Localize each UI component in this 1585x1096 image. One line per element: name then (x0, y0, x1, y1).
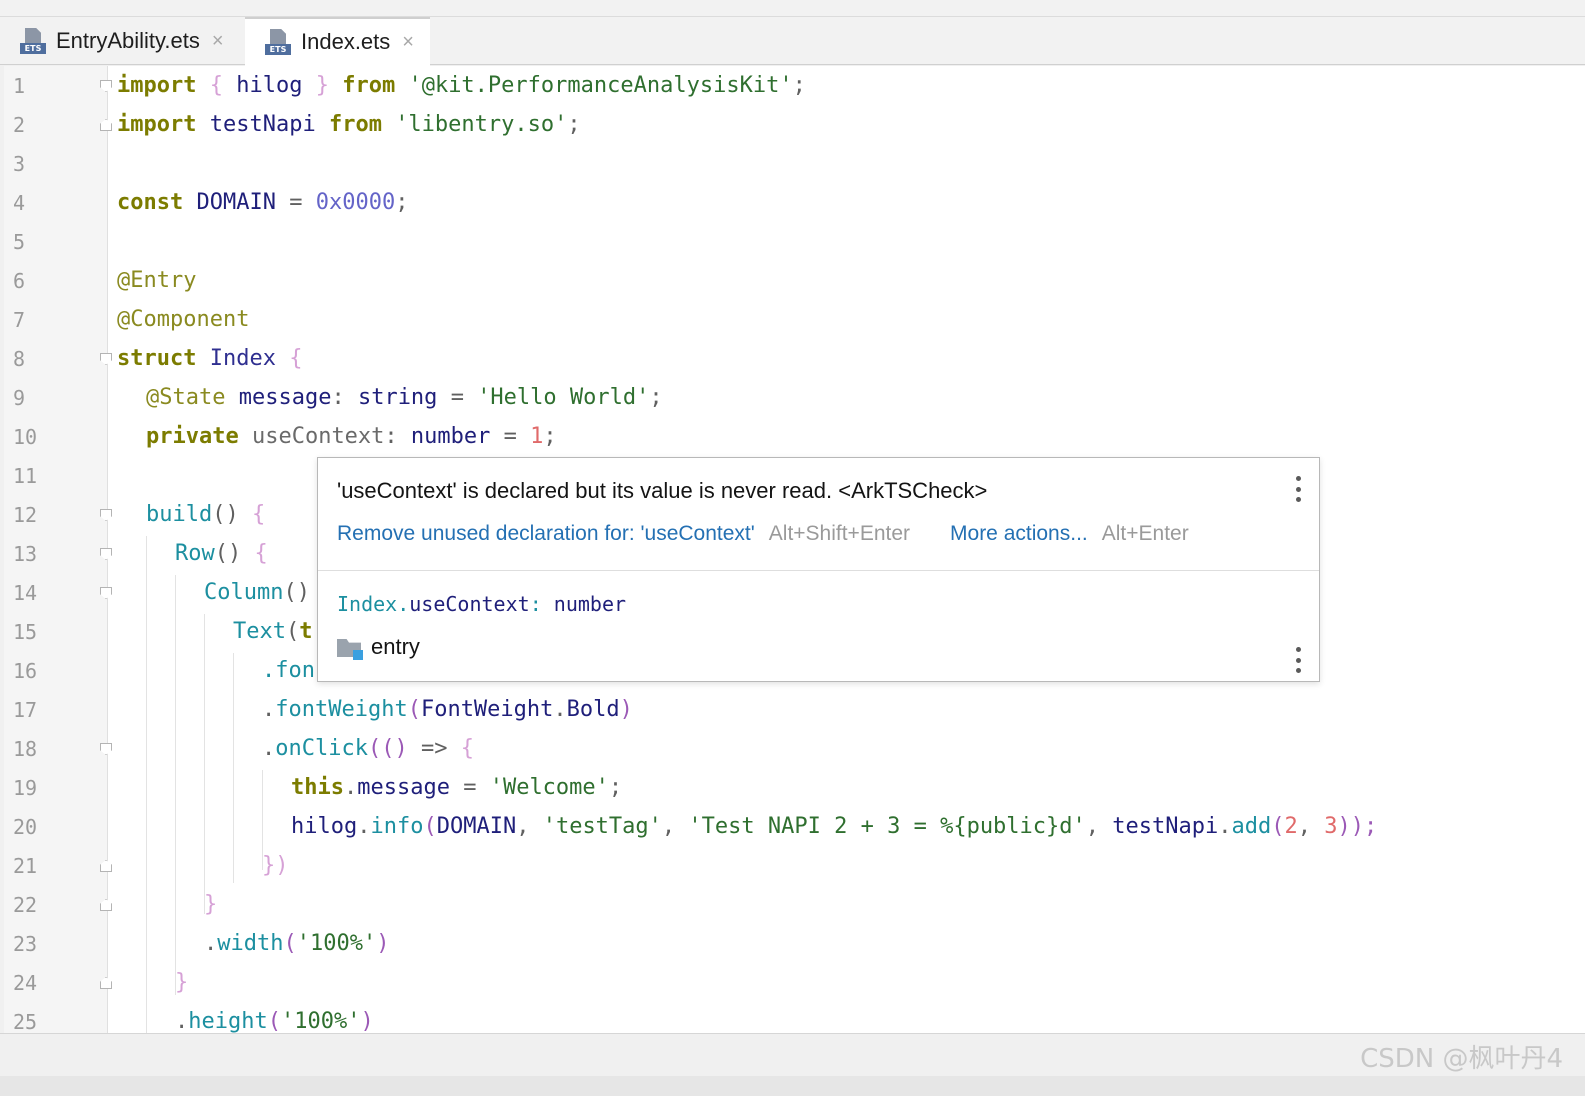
watermark: CSDN @枫叶丹4 (1360, 1044, 1563, 1074)
line-number: 5 (13, 230, 26, 254)
fold-close-icon[interactable] (100, 977, 112, 989)
code-line-20: hilog.info(DOMAIN, 'testTag', 'Test NAPI… (291, 814, 1378, 839)
editor-tab-bar: ETS EntryAbility.ets × ETS Index.ets × (0, 17, 1585, 66)
line-number: 10 (13, 425, 38, 449)
shortcut-hint: Alt+Enter (1101, 522, 1189, 545)
line-number: 4 (13, 191, 26, 215)
tab-label: EntryAbility.ets (56, 28, 200, 53)
popup-divider (318, 570, 1319, 571)
tab-entryability-ets[interactable]: ETS EntryAbility.ets × (0, 17, 243, 65)
window-top-strip (0, 0, 1585, 17)
line-number: 13 (13, 542, 38, 566)
code-line-16: .fon (262, 658, 315, 683)
line-number: 7 (13, 308, 26, 332)
fold-close-icon[interactable] (100, 899, 112, 911)
fold-close-icon[interactable] (100, 119, 112, 131)
more-options-icon[interactable] (1295, 476, 1301, 502)
code-line-10: private useContext: number = 1; (146, 424, 557, 449)
line-number: 21 (13, 854, 38, 878)
line-number: 11 (13, 464, 38, 488)
code-line-7: @Component (117, 307, 250, 332)
line-number: 3 (13, 152, 26, 176)
code-line-8: struct Index { (117, 346, 303, 371)
line-number-gutter: 1 2 3 4 5 6 7 8 9 10 11 12 13 14 15 16 1… (4, 66, 112, 1033)
shortcut-hint: Alt+Shift+Enter (768, 522, 911, 545)
code-line-17: .fontWeight(FontWeight.Bold) (262, 697, 633, 722)
close-icon[interactable]: × (212, 30, 224, 53)
status-bar-strip (0, 1076, 1585, 1096)
line-number: 8 (13, 347, 26, 371)
module-label: entry (337, 634, 420, 660)
tab-label: Index.ets (301, 29, 391, 54)
line-number: 22 (13, 893, 38, 917)
code-line-18: .onClick(() => { (262, 736, 474, 761)
line-number: 19 (13, 776, 38, 800)
line-number: 23 (13, 932, 38, 956)
line-number: 6 (13, 269, 26, 293)
code-line-14: Column() (204, 580, 310, 605)
fold-open-icon[interactable] (100, 353, 112, 365)
ets-file-icon: ETS (20, 28, 46, 54)
code-line-22: } (204, 892, 218, 917)
code-line-25: .height('100%') (175, 1009, 374, 1033)
code-line-12: build() { (146, 502, 266, 527)
code-line-4: const DOMAIN = 0x0000; (117, 190, 409, 215)
fold-open-icon[interactable] (100, 548, 112, 560)
more-actions-link[interactable]: More actions... (950, 522, 1088, 545)
close-icon[interactable]: × (402, 31, 414, 54)
ets-file-icon: ETS (265, 29, 291, 55)
line-number: 17 (13, 698, 38, 722)
line-number: 2 (13, 113, 26, 137)
line-number: 14 (13, 581, 38, 605)
fold-close-icon[interactable] (100, 860, 112, 872)
fold-open-icon[interactable] (100, 587, 112, 599)
declaration-signature: Index.useContext: number (337, 592, 627, 616)
module-name: entry (371, 634, 420, 659)
fold-open-icon[interactable] (100, 743, 112, 755)
more-options-icon[interactable] (1295, 647, 1301, 673)
inspection-popup: 'useContext' is declared but its value i… (317, 457, 1320, 682)
fold-open-icon[interactable] (100, 80, 112, 92)
line-number: 12 (13, 503, 38, 527)
code-line-19: this.message = 'Welcome'; (291, 775, 623, 800)
line-number: 18 (13, 737, 38, 761)
line-number: 9 (13, 386, 26, 410)
line-number: 15 (13, 620, 38, 644)
line-number: 16 (13, 659, 38, 683)
line-number: 20 (13, 815, 38, 839)
inspection-message: 'useContext' is declared but its value i… (337, 478, 988, 503)
code-line-9: @State message: string = 'Hello World'; (146, 385, 663, 410)
fold-open-icon[interactable] (100, 509, 112, 521)
line-number: 24 (13, 971, 38, 995)
code-line-2: import testNapi from 'libentry.so'; (117, 112, 581, 137)
quick-fix-actions: Remove unused declaration for: 'useConte… (337, 522, 1189, 546)
code-line-1: import { hilog } from '@kit.PerformanceA… (117, 73, 806, 98)
code-line-24: } (175, 970, 189, 995)
remove-unused-declaration-link[interactable]: Remove unused declaration for: 'useConte… (337, 522, 755, 545)
code-line-23: .width('100%') (204, 931, 390, 956)
line-number: 1 (13, 74, 26, 98)
code-line-15: Text(t (233, 619, 313, 644)
code-line-13: Row() { (175, 541, 268, 566)
tab-index-ets[interactable]: ETS Index.ets × (245, 17, 430, 66)
code-line-21: }) (262, 853, 289, 878)
line-number: 25 (13, 1010, 38, 1033)
module-folder-icon (337, 636, 363, 660)
code-line-6: @Entry (117, 268, 197, 293)
